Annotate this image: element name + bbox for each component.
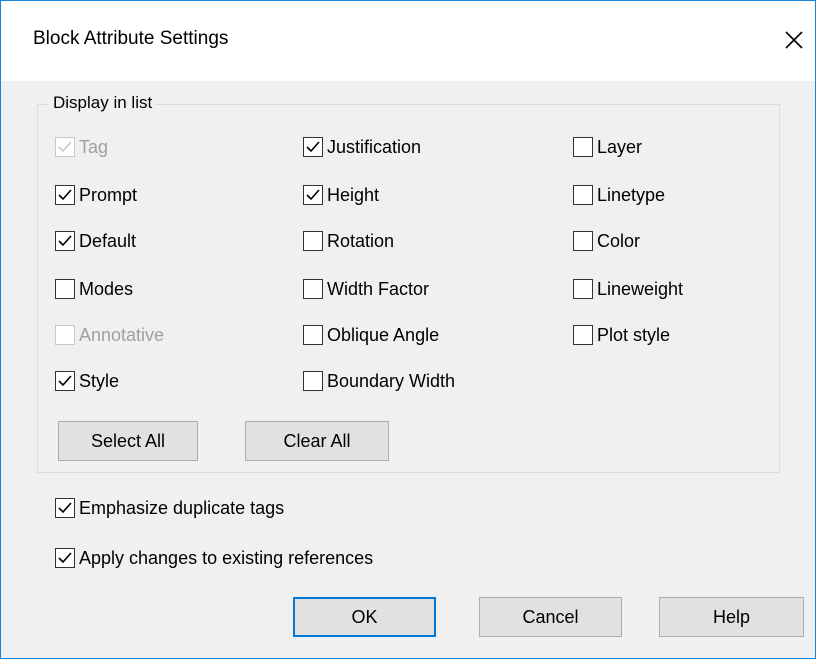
checkbox-justification[interactable]: Justification [303, 135, 421, 159]
close-icon [785, 31, 803, 49]
display-in-list-legend: Display in list [49, 93, 157, 113]
cancel-button[interactable]: Cancel [479, 597, 622, 637]
checkbox-width-factor[interactable]: Width Factor [303, 277, 429, 301]
checkbox-label: Prompt [79, 184, 138, 205]
checkbox-label: Emphasize duplicate tags [79, 497, 285, 518]
block-attribute-settings-dialog: Block Attribute Settings Display in list… [0, 0, 816, 659]
checkbox-box [55, 498, 75, 518]
title-bar: Block Attribute Settings [1, 1, 815, 81]
checkbox-modes[interactable]: Modes [55, 277, 133, 301]
checkbox-box [303, 371, 323, 391]
checkbox-label: Plot style [597, 324, 671, 345]
close-button[interactable] [771, 17, 816, 63]
checkbox-label: Color [597, 230, 641, 251]
checkbox-label: Annotative [79, 324, 165, 345]
checkbox-box [303, 231, 323, 251]
checkbox-label: Oblique Angle [327, 324, 440, 345]
checkbox-rotation[interactable]: Rotation [303, 229, 394, 253]
checkbox-label: Rotation [327, 230, 395, 251]
checkbox-box [573, 325, 593, 345]
checkbox-label: Justification [327, 136, 422, 157]
checkbox-box [55, 185, 75, 205]
checkbox-label: Lineweight [597, 278, 684, 299]
checkbox-box [303, 279, 323, 299]
checkbox-box [55, 325, 75, 345]
checkbox-label: Style [79, 370, 120, 391]
help-button[interactable]: Help [659, 597, 804, 637]
checkbox-box [303, 185, 323, 205]
checkbox-label: Height [327, 184, 380, 205]
checkbox-height[interactable]: Height [303, 183, 379, 207]
checkbox-linetype[interactable]: Linetype [573, 183, 665, 207]
checkbox-prompt[interactable]: Prompt [55, 183, 137, 207]
checkbox-default[interactable]: Default [55, 229, 136, 253]
dialog-title: Block Attribute Settings [33, 28, 229, 49]
checkbox-box [573, 137, 593, 157]
checkbox-annotative[interactable]: Annotative [55, 323, 164, 347]
checkbox-color[interactable]: Color [573, 229, 640, 253]
checkbox-label: Apply changes to existing references [79, 547, 374, 568]
checkbox-label: Tag [79, 136, 109, 157]
checkbox-apply-changes[interactable]: Apply changes to existing references [55, 546, 373, 570]
checkbox-box [55, 231, 75, 251]
checkbox-box [55, 371, 75, 391]
checkbox-box [303, 137, 323, 157]
checkbox-box [55, 279, 75, 299]
checkbox-style[interactable]: Style [55, 369, 119, 393]
checkbox-label: Layer [597, 136, 643, 157]
checkbox-box [303, 325, 323, 345]
checkbox-box [573, 279, 593, 299]
ok-button[interactable]: OK [293, 597, 436, 637]
checkbox-label: Default [79, 230, 137, 251]
checkbox-label: Boundary Width [327, 370, 456, 391]
select-all-button[interactable]: Select All [58, 421, 198, 461]
checkbox-box [55, 548, 75, 568]
checkbox-box [55, 137, 75, 157]
checkbox-oblique-angle[interactable]: Oblique Angle [303, 323, 439, 347]
checkbox-label: Width Factor [327, 278, 430, 299]
checkbox-label: Modes [79, 278, 134, 299]
checkbox-plot-style[interactable]: Plot style [573, 323, 670, 347]
checkbox-emphasize-duplicate-tags[interactable]: Emphasize duplicate tags [55, 496, 284, 520]
checkbox-box [573, 185, 593, 205]
checkbox-boundary-width[interactable]: Boundary Width [303, 369, 455, 393]
checkbox-layer[interactable]: Layer [573, 135, 642, 159]
checkbox-lineweight[interactable]: Lineweight [573, 277, 683, 301]
checkbox-label: Linetype [597, 184, 666, 205]
clear-all-button[interactable]: Clear All [245, 421, 389, 461]
checkbox-tag[interactable]: Tag [55, 135, 108, 159]
checkbox-box [573, 231, 593, 251]
